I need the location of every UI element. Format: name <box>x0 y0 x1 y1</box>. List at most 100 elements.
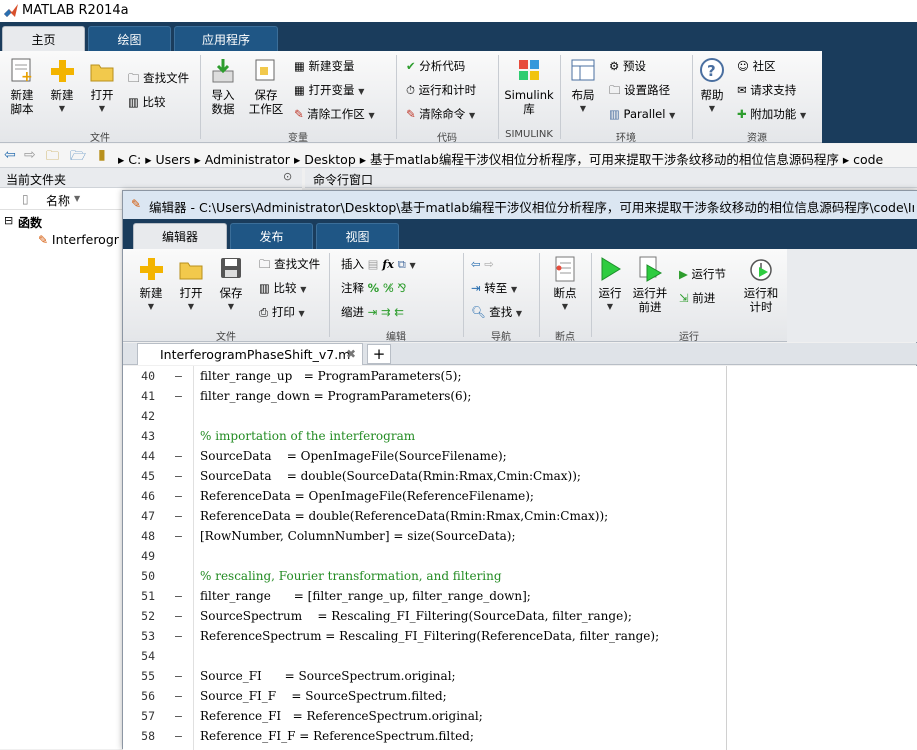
code-line[interactable]: 41— filter_range_down = ProgramParameters… <box>123 386 917 406</box>
editor-new-button[interactable]: 新建 ▼ <box>135 255 167 314</box>
breadcrumb-item[interactable]: Users <box>155 152 190 167</box>
comment-button[interactable]: 注释 % %̸ ⅋ <box>341 280 406 296</box>
line-number[interactable]: 49 <box>113 549 155 563</box>
back-icon[interactable]: ⇦ <box>471 257 481 271</box>
breadcrumb-item[interactable]: C: <box>128 152 141 167</box>
code-line[interactable]: 46— ReferenceData = OpenImageFile(Referen… <box>123 486 917 506</box>
run-and-time-button[interactable]: 运行和 计时 <box>739 255 783 314</box>
line-number[interactable]: 47 <box>113 509 155 523</box>
code-line[interactable]: 44— SourceData = OpenImageFile(SourceFile… <box>123 446 917 466</box>
layout-button[interactable]: 布局 ▼ <box>565 57 601 116</box>
list-item[interactable]: ✎ Interferogr <box>38 232 119 247</box>
decrease-indent-icon[interactable]: ⇇ <box>394 305 404 319</box>
find-button[interactable]: 🔍︎ 查找 ▼ <box>471 304 522 322</box>
line-number[interactable]: 56 <box>113 689 155 703</box>
line-number[interactable]: 52 <box>113 609 155 623</box>
function-icon[interactable]: ⧉ <box>398 257 406 271</box>
breadcrumb-item[interactable]: 基于matlab编程干涉仪相位分析程序，可用来提取干涉条纹移动的相位信息源码程序 <box>370 152 839 167</box>
line-number[interactable]: 51 <box>113 589 155 603</box>
line-number[interactable]: 53 <box>113 629 155 643</box>
executable-marker[interactable]: — <box>175 469 182 483</box>
editor-print-button[interactable]: ⎙ 打印 ▼ <box>259 304 305 322</box>
line-number[interactable]: 55 <box>113 669 155 683</box>
back-icon[interactable]: ⇦ <box>4 147 16 163</box>
new-script-button[interactable]: + 新建 脚本 <box>4 57 40 116</box>
line-number[interactable]: 40 <box>113 369 155 383</box>
editor-save-button[interactable]: 保存 ▼ <box>215 255 247 314</box>
new-tab-button[interactable]: + <box>367 344 391 364</box>
line-number[interactable]: 41 <box>113 389 155 403</box>
executable-marker[interactable]: — <box>175 669 182 683</box>
simulink-library-button[interactable]: Simulink 库 <box>503 57 555 116</box>
breadcrumb-item[interactable]: Administrator <box>205 152 290 167</box>
increase-indent-icon[interactable]: ⇉ <box>381 305 391 319</box>
editor-find-files-button[interactable]: 🗀 查找文件 <box>259 256 320 272</box>
run-and-time-button[interactable]: ⏱ 运行和计时 <box>406 82 476 98</box>
new-button[interactable]: 新建 ▼ <box>44 57 80 116</box>
parallel-button[interactable]: ▥ Parallel ▼ <box>609 106 675 124</box>
code-line[interactable]: 53— ReferenceSpectrum = Rescaling_FI_Filt… <box>123 626 917 646</box>
panel-menu-icon[interactable]: ⊙ <box>283 170 292 183</box>
code-line[interactable]: 42 <box>123 406 917 426</box>
tab-view[interactable]: 视图 <box>316 223 399 249</box>
code-line[interactable]: 49 <box>123 546 917 566</box>
run-section-button[interactable]: ▶ 运行节 <box>679 266 726 282</box>
tab-publish[interactable]: 发布 <box>230 223 313 249</box>
community-button[interactable]: ☺ 社区 <box>737 58 776 74</box>
forward-icon[interactable]: ⇨ <box>24 147 36 163</box>
preferences-button[interactable]: ⚙ 预设 <box>609 58 646 74</box>
open-button[interactable]: 打开 ▼ <box>84 57 120 116</box>
fx-icon[interactable]: fx <box>382 257 394 271</box>
compare-button[interactable]: ▥ 比较 <box>128 94 166 110</box>
code-line[interactable]: 52— SourceSpectrum = Rescaling_FI_Filteri… <box>123 606 917 626</box>
executable-marker[interactable]: — <box>175 389 182 403</box>
breadcrumb-item[interactable]: code <box>853 152 883 167</box>
executable-marker[interactable]: — <box>175 529 182 543</box>
executable-marker[interactable]: — <box>175 629 182 643</box>
line-number[interactable]: 57 <box>113 709 155 723</box>
run-advance-button[interactable]: 运行并 前进 <box>629 255 671 314</box>
executable-marker[interactable]: — <box>175 369 182 383</box>
code-line[interactable]: 55— Source_FI = SourceSpectrum.original; <box>123 666 917 686</box>
save-workspace-button[interactable]: 保存 工作区 <box>245 57 287 116</box>
up-folder-icon[interactable]: 🗀 <box>46 147 59 169</box>
editor-compare-button[interactable]: ▥ 比较 ▼ <box>259 280 306 298</box>
find-files-button[interactable]: 🗀 查找文件 <box>128 70 189 86</box>
line-number[interactable]: 58 <box>113 729 155 743</box>
line-number[interactable]: 42 <box>113 409 155 423</box>
code-line[interactable]: 45— SourceData = double(SourceData(Rmin:R… <box>123 466 917 486</box>
comment-icon[interactable]: % <box>368 281 380 295</box>
code-editor[interactable]: 40— filter_range_up = ProgramParameters(5… <box>123 366 917 750</box>
wrap-comment-icon[interactable]: ⅋ <box>397 281 406 295</box>
line-number[interactable]: 43 <box>113 429 155 443</box>
code-line[interactable]: 50% rescaling, Fourier transformation, a… <box>123 566 917 586</box>
browse-folder-icon[interactable]: 🗁 <box>70 147 86 169</box>
import-data-button[interactable]: 导入 数据 <box>205 57 241 116</box>
new-variable-button[interactable]: ▦ 新建变量 <box>294 58 355 74</box>
executable-marker[interactable]: — <box>175 729 182 743</box>
executable-marker[interactable]: — <box>175 689 182 703</box>
insert-button[interactable]: 插入 ▤ fx ⧉ ▼ <box>341 256 416 274</box>
close-icon[interactable]: ✖ <box>346 347 356 361</box>
code-line[interactable]: 56— Source_FI_F = SourceSpectrum.filted; <box>123 686 917 706</box>
smart-indent-icon[interactable]: ⇥ <box>368 305 378 319</box>
add-ons-button[interactable]: ✚ 附加功能 ▼ <box>737 106 806 124</box>
code-line[interactable]: 54 <box>123 646 917 666</box>
executable-marker[interactable]: — <box>175 489 182 503</box>
executable-marker[interactable]: — <box>175 709 182 723</box>
breadcrumb-item[interactable]: Desktop <box>304 152 356 167</box>
executable-marker[interactable]: — <box>175 609 182 623</box>
breakpoints-button[interactable]: 断点 ▼ <box>547 255 583 314</box>
tab-home[interactable]: 主页 <box>2 26 85 52</box>
executable-marker[interactable]: — <box>175 509 182 523</box>
request-support-button[interactable]: ✉ 请求支持 <box>737 82 796 98</box>
file-tab[interactable]: InterferogramPhaseShift_v7.m ✖ <box>137 343 363 365</box>
code-line[interactable]: 57— Reference_FI = ReferenceSpectrum.orig… <box>123 706 917 726</box>
collapse-icon[interactable]: ⊟ <box>4 214 13 227</box>
tab-apps[interactable]: 应用程序 <box>174 26 278 52</box>
line-number[interactable]: 46 <box>113 489 155 503</box>
code-line[interactable]: 48— [RowNumber, ColumnNumber] = size(Sour… <box>123 526 917 546</box>
executable-marker[interactable]: — <box>175 589 182 603</box>
analyze-code-button[interactable]: ✔ 分析代码 <box>406 58 465 74</box>
forward-icon[interactable]: ⇨ <box>484 257 494 271</box>
